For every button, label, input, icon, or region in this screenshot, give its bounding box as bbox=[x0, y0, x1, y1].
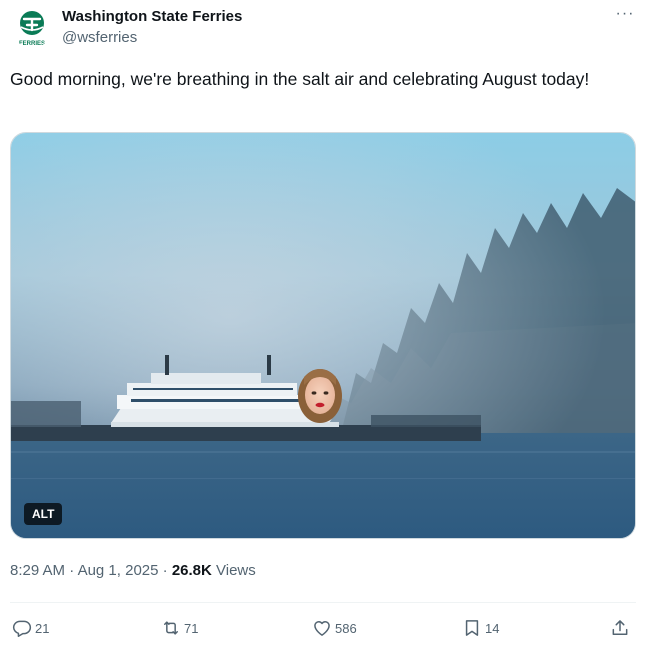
timestamp-date[interactable]: Aug 1, 2025 bbox=[78, 562, 159, 579]
alt-text-button[interactable]: ALT bbox=[24, 503, 63, 525]
repost-count: 71 bbox=[184, 620, 199, 636]
reply-count: 21 bbox=[35, 620, 50, 636]
heart-icon bbox=[314, 621, 330, 636]
ferries-logo: FERRIES bbox=[12, 8, 52, 48]
meta-separator: · bbox=[65, 562, 78, 579]
handle[interactable]: @wsferries bbox=[62, 28, 242, 48]
repost-button[interactable]: 71 bbox=[161, 616, 198, 640]
tweet-photo[interactable]: ALT bbox=[10, 132, 636, 539]
author-block: Washington State Ferries @wsferries bbox=[62, 8, 242, 48]
ferry-fog-photo bbox=[11, 133, 635, 538]
logo-text: FERRIES bbox=[19, 41, 45, 47]
views-label: Views bbox=[211, 562, 256, 579]
avatar[interactable]: FERRIES bbox=[12, 8, 52, 48]
views-count: 26.8K bbox=[171, 562, 212, 579]
reply-button[interactable]: 21 bbox=[12, 616, 49, 640]
divider bbox=[10, 602, 636, 603]
share-button[interactable] bbox=[610, 616, 630, 640]
bookmark-button[interactable]: 14 bbox=[462, 616, 499, 640]
meta-separator: · bbox=[158, 562, 172, 579]
repost-icon bbox=[164, 621, 178, 635]
timestamp-time[interactable]: 8:29 AM bbox=[10, 562, 65, 579]
like-count: 586 bbox=[335, 620, 357, 636]
bookmark-icon bbox=[465, 620, 479, 636]
tweet-text: Good morning, we're breathing in the sal… bbox=[10, 69, 590, 89]
display-name[interactable]: Washington State Ferries bbox=[62, 8, 242, 26]
tweet: FERRIES Washington State Ferries @wsferr… bbox=[0, 0, 646, 650]
action-bar: 21 71 586 14 bbox=[10, 612, 636, 646]
reply-icon bbox=[12, 620, 32, 637]
more-options-button[interactable]: ··· bbox=[612, 6, 638, 28]
bookmark-count: 14 bbox=[485, 620, 500, 636]
tweet-metadata: 8:29 AM · Aug 1, 2025 · 26.8K Views bbox=[10, 561, 256, 581]
share-icon bbox=[612, 620, 628, 635]
like-button[interactable]: 586 bbox=[312, 616, 357, 640]
